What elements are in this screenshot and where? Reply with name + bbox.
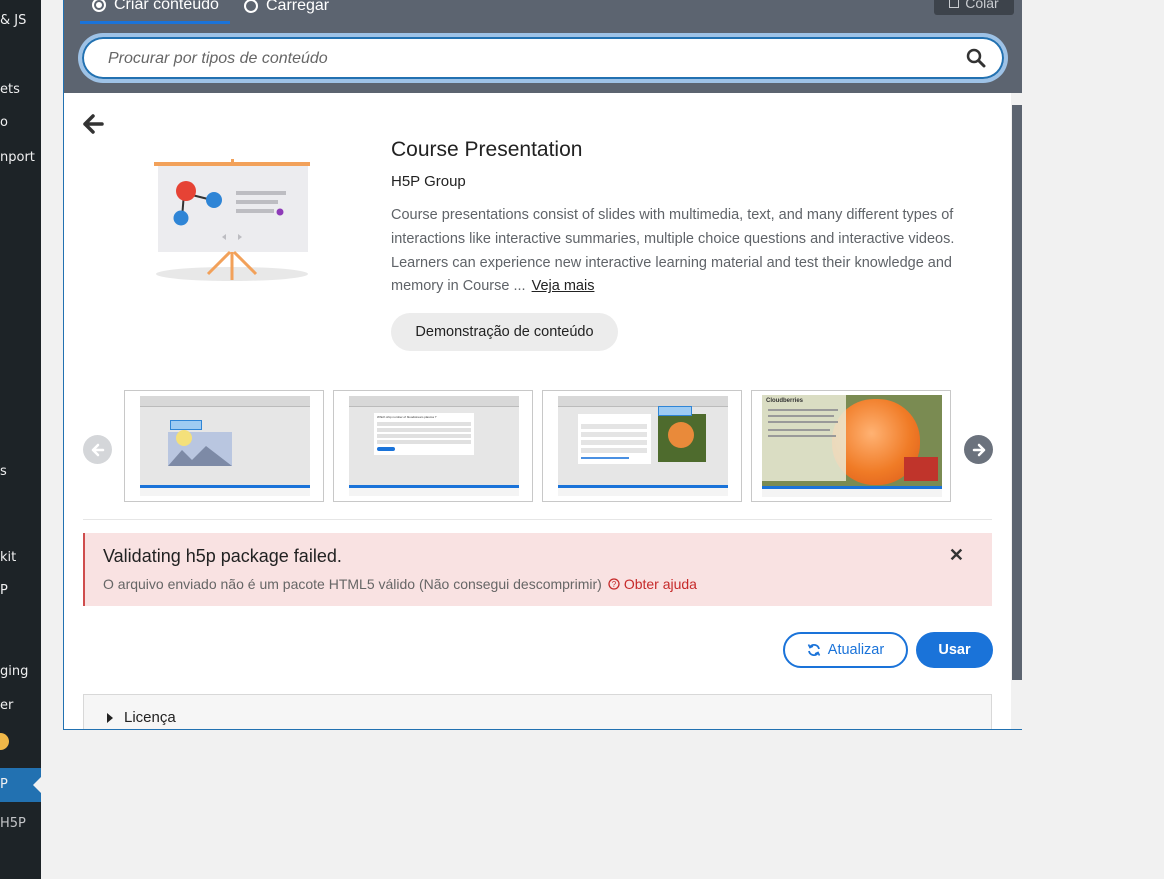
sidebar-item[interactable]: ging: [0, 664, 28, 679]
content-type-title: Course Presentation: [391, 138, 583, 161]
thumbnail-title: Cloudberries: [766, 398, 804, 404]
update-label: Atualizar: [827, 642, 885, 658]
tab-label: Carregar: [266, 0, 330, 14]
error-message: Validating h5p package failed. O arquivo…: [83, 533, 992, 606]
admin-sidebar: & JS ets o nport s kit P ging er P H5P: [0, 0, 41, 879]
close-icon[interactable]: ✕: [949, 545, 964, 566]
tab-create-content[interactable]: Criar conteúdo: [80, 0, 230, 24]
content-type-owner: H5P Group: [391, 173, 466, 190]
search-icon[interactable]: [966, 48, 986, 68]
sidebar-item[interactable]: nport: [0, 150, 35, 165]
carousel-next-button[interactable]: [964, 435, 993, 464]
arrow-right-icon: [972, 443, 985, 456]
content-demo-button[interactable]: Demonstração de conteúdo: [391, 313, 618, 351]
help-link-label: Obter ajuda: [623, 576, 697, 592]
sidebar-item-active[interactable]: P: [0, 768, 41, 802]
error-text: O arquivo enviado não é um pacote HTML5 …: [103, 576, 602, 592]
paste-icon: [949, 0, 960, 8]
sidebar-item[interactable]: kit: [0, 550, 16, 565]
error-title: Validating h5p package failed.: [103, 546, 342, 566]
search-input[interactable]: [106, 47, 950, 71]
hub-header: Criar conteúdo Carregar Colar: [64, 0, 1022, 93]
divider: [83, 519, 992, 520]
sidebar-item[interactable]: o: [0, 115, 8, 130]
screenshot-thumbnail[interactable]: [542, 390, 742, 502]
error-detail: O arquivo enviado não é um pacote HTML5 …: [103, 576, 697, 592]
sidebar-item-label: P: [0, 777, 8, 792]
tab-upload[interactable]: Carregar: [244, 0, 329, 24]
radio-icon: [244, 0, 258, 13]
active-pointer-icon: [33, 777, 41, 793]
update-button[interactable]: Atualizar: [783, 632, 908, 668]
h5p-hub-panel: Criar conteúdo Carregar Colar Procurar p…: [63, 0, 1022, 730]
use-button[interactable]: Usar: [916, 632, 993, 668]
sidebar-subitem[interactable]: H5P: [0, 816, 26, 831]
help-link[interactable]: ? Obter ajuda: [608, 576, 697, 592]
notification-badge: [0, 733, 9, 750]
paste-button[interactable]: Colar: [934, 0, 1014, 15]
sidebar-item[interactable]: s: [0, 464, 7, 479]
search-box: [82, 37, 1004, 79]
radio-selected-icon: [92, 0, 106, 12]
course-presentation-icon: [154, 159, 310, 281]
scrollbar[interactable]: [1011, 93, 1022, 729]
content-type-detail: Course Presentation H5P Group Course pre…: [64, 93, 1011, 729]
read-more-link[interactable]: Veja mais: [532, 278, 595, 294]
sidebar-item[interactable]: & JS: [0, 13, 26, 28]
tab-label: Criar conteúdo: [114, 0, 219, 13]
screenshot-thumbnail[interactable]: [124, 390, 324, 502]
sidebar-item[interactable]: ets: [0, 82, 20, 97]
thumbnail-question: Which ship number of bloodstream plasma …: [377, 415, 437, 419]
paste-label: Colar: [965, 0, 999, 11]
caret-right-icon: [107, 713, 113, 723]
back-arrow-icon[interactable]: [82, 113, 104, 135]
help-circle-icon: ?: [608, 578, 620, 590]
svg-text:?: ?: [612, 580, 617, 589]
carousel-prev-button[interactable]: [83, 435, 112, 464]
sidebar-item[interactable]: P: [0, 583, 8, 598]
content-type-description: Course presentations consist of slides w…: [391, 204, 981, 299]
description-text: Course presentations consist of slides w…: [391, 207, 955, 295]
arrow-left-icon: [91, 443, 104, 456]
sidebar-item[interactable]: er: [0, 698, 13, 713]
scrollbar-thumb[interactable]: [1012, 105, 1022, 680]
refresh-icon: [807, 644, 821, 656]
screenshot-thumbnail[interactable]: Cloudberries: [751, 390, 951, 502]
license-panel[interactable]: Licença: [83, 694, 992, 729]
license-label: Licença: [124, 709, 176, 726]
screenshot-thumbnail[interactable]: Which ship number of bloodstream plasma …: [333, 390, 533, 502]
